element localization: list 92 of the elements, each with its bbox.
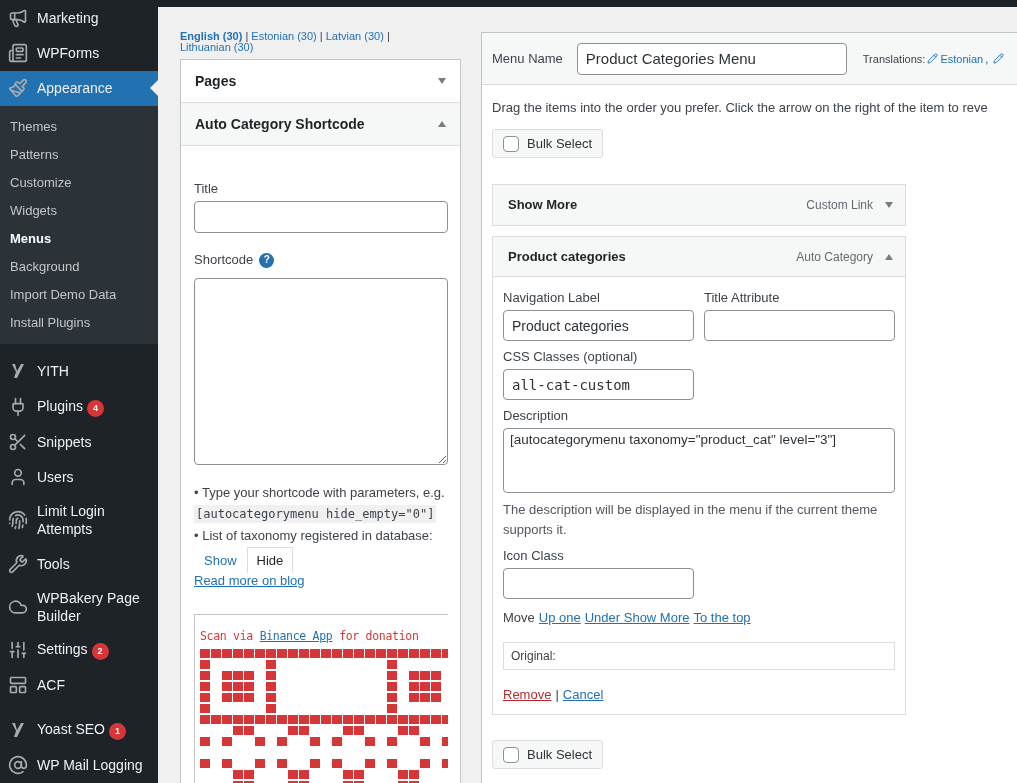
submenu-item[interactable]: Import Demo Data bbox=[0, 281, 158, 310]
translation-link[interactable]: Estonian bbox=[927, 52, 984, 65]
menu-item-header[interactable]: Show More Custom Link bbox=[493, 185, 905, 225]
wrench-icon bbox=[8, 553, 28, 574]
move-link[interactable]: Up one bbox=[538, 610, 581, 625]
count-badge: 2 bbox=[91, 642, 109, 660]
caret-icon bbox=[438, 121, 446, 127]
description-textarea[interactable]: [autocategorymenu taxonomy="product_cat" level="3"] bbox=[503, 428, 895, 493]
grid-icon bbox=[8, 675, 28, 696]
sidebar-item[interactable]: Marketing bbox=[0, 7, 158, 36]
hint-text: The description will be displayed in the menu if the current theme supports it. bbox=[503, 501, 879, 539]
donation-text: for donation bbox=[339, 629, 419, 643]
sidebar-item[interactable]: Limit Login Attempts bbox=[0, 495, 158, 546]
hint-text: • Type your shortcode with parameters, e.g. bbox=[194, 484, 446, 502]
sidebar-item[interactable]: YITH bbox=[0, 353, 158, 390]
sidebar-item[interactable]: Tools bbox=[0, 545, 158, 582]
css-classes-input[interactable]: all-cat-custom bbox=[503, 369, 694, 400]
original-field: Original: bbox=[503, 642, 895, 670]
separator-text: | bbox=[555, 687, 559, 702]
caret-icon bbox=[438, 78, 446, 84]
hint-text: • List of taxonomy registered in database: bbox=[194, 527, 434, 545]
count-badge: 4 bbox=[86, 399, 104, 417]
submenu-item[interactable]: Background bbox=[0, 253, 158, 282]
sidebar-item[interactable]: Appearance bbox=[0, 70, 158, 107]
move-link[interactable]: To the top bbox=[693, 610, 751, 625]
instructions-text: Drag the items into the order you prefer. Click the arrow on the right of the item to reve bbox=[492, 99, 989, 117]
navigation-label-input[interactable]: Product categories bbox=[503, 310, 694, 341]
submenu-item[interactable]: Themes bbox=[0, 113, 158, 142]
field-label: Title Attribute bbox=[704, 289, 781, 307]
field-label: Title bbox=[194, 180, 220, 198]
separator-text: , bbox=[985, 52, 989, 65]
sidebar-item[interactable]: Plugins 4 bbox=[0, 389, 158, 425]
code-snippet: [autocategorymenu hide_empty="0"] bbox=[194, 505, 437, 523]
sidebar-item[interactable]: WP Mail Logging bbox=[0, 747, 158, 783]
submenu-item[interactable]: Customize bbox=[0, 169, 158, 198]
fingerprint-icon bbox=[8, 510, 28, 531]
field-label: Menu Name bbox=[492, 49, 563, 68]
sliders-icon bbox=[8, 639, 28, 660]
pencil-icon[interactable] bbox=[993, 53, 1005, 64]
field-label: Description bbox=[503, 407, 570, 425]
pencil-icon bbox=[927, 53, 939, 64]
submenu-item[interactable]: Widgets bbox=[0, 197, 158, 226]
submenu-item[interactable]: Install Plugins bbox=[0, 309, 158, 338]
user-icon bbox=[8, 467, 28, 488]
donation-text: Scan via bbox=[200, 629, 253, 643]
language-link[interactable]: Estonian (30) bbox=[251, 31, 317, 42]
language-link[interactable]: Latvian (30) bbox=[325, 31, 384, 42]
move-link[interactable]: Under Show More bbox=[584, 610, 690, 625]
field-label: Icon Class bbox=[503, 547, 565, 565]
help-icon[interactable]: ? bbox=[259, 252, 275, 268]
at-sign-icon bbox=[8, 755, 28, 776]
count-badge: 1 bbox=[109, 723, 126, 741]
bulk-select-button[interactable]: Bulk Select bbox=[492, 129, 604, 158]
form-icon bbox=[8, 43, 28, 63]
scissors-icon bbox=[8, 432, 28, 453]
accordion-header[interactable]: Auto Category Shortcode bbox=[181, 103, 460, 146]
language-link[interactable]: English (30) bbox=[180, 31, 243, 42]
cancel-link[interactable]: Cancel bbox=[562, 687, 604, 702]
sidebar-item[interactable]: Settings 2 bbox=[0, 632, 158, 668]
toggle-tab[interactable]: Hide bbox=[246, 547, 294, 573]
checkbox[interactable] bbox=[503, 135, 519, 152]
menu-name-input[interactable]: Product Categories Menu bbox=[576, 42, 847, 75]
title-attribute-input[interactable] bbox=[704, 310, 895, 341]
megaphone-icon bbox=[8, 7, 28, 28]
sidebar-item[interactable]: Snippets bbox=[0, 424, 158, 460]
submenu-item[interactable]: Menus bbox=[0, 225, 158, 254]
binance-link[interactable]: Binance App bbox=[259, 629, 333, 643]
submenu-item[interactable]: Patterns bbox=[0, 141, 158, 170]
separator-text: | bbox=[319, 30, 323, 42]
paintbrush-icon bbox=[8, 78, 28, 99]
title-input[interactable] bbox=[194, 201, 448, 233]
separator-text: | bbox=[245, 30, 249, 42]
sidebar-item[interactable]: Yoast SEO 1 bbox=[0, 712, 158, 748]
field-label: Navigation Label bbox=[503, 289, 601, 307]
language-link[interactable]: Lithuanian (30) bbox=[180, 42, 254, 53]
separator-text: | bbox=[386, 30, 390, 42]
field-label: Shortcode bbox=[194, 251, 254, 269]
remove-link[interactable]: Remove bbox=[503, 687, 552, 702]
sidebar-item[interactable]: Users bbox=[0, 459, 158, 496]
sidebar-item[interactable]: WPForms bbox=[0, 35, 158, 71]
icon-class-input[interactable] bbox=[503, 568, 694, 599]
caret-icon bbox=[885, 253, 893, 260]
caret-icon bbox=[885, 201, 893, 208]
sidebar-item[interactable]: WPBakery Page Builder bbox=[0, 581, 158, 633]
read-more-link[interactable]: Read more on blog bbox=[194, 573, 305, 588]
field-label: CSS Classes (optional) bbox=[503, 348, 639, 366]
bulk-select-button[interactable]: Bulk Select bbox=[492, 740, 604, 769]
checkbox[interactable] bbox=[503, 746, 519, 763]
sidebar-item[interactable]: ACF bbox=[0, 667, 158, 703]
menu-item-header[interactable]: Product categories Auto Category bbox=[493, 237, 905, 277]
move-label: Move bbox=[503, 610, 535, 625]
translations-label: Translations: bbox=[862, 52, 926, 65]
